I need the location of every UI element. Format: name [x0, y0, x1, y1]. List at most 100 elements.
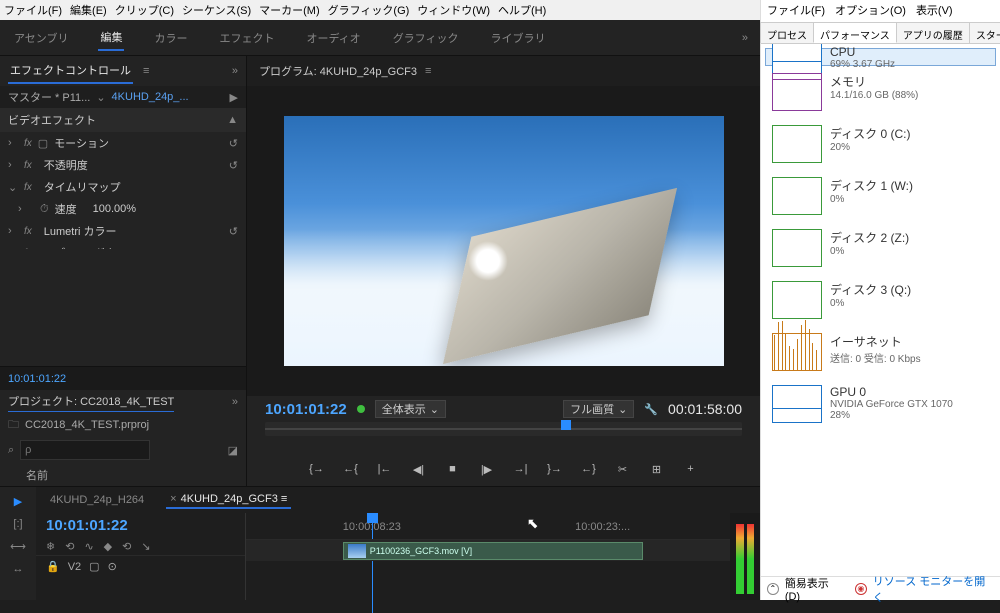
project-panel-header[interactable]: プロジェクト: CC2018_4K_TEST [8, 393, 174, 412]
video-track[interactable]: P1100236_GCF3.mov [V] [246, 539, 730, 561]
effect-row[interactable]: ⌄fxタイムリマップ [0, 176, 246, 198]
transport-button[interactable]: ◀| [411, 463, 427, 476]
effect-row[interactable]: ›fx▢ブラー (ガウス)↺ [0, 242, 246, 249]
tm-menu-item[interactable]: ファイル(F) [767, 2, 825, 18]
menu-item[interactable]: シーケンス(S) [182, 2, 251, 18]
workspace-tab[interactable]: カラー [152, 26, 189, 50]
project-search-input[interactable] [20, 440, 150, 460]
tm-menu-item[interactable]: 表示(V) [916, 2, 953, 18]
tm-resource-item[interactable]: ディスク 3 (Q:)0% [765, 274, 996, 326]
caret-icon[interactable]: › [8, 137, 18, 149]
close-icon[interactable]: × [170, 493, 176, 505]
menu-item[interactable]: ファイル(F) [4, 2, 62, 18]
workspace-tab[interactable]: ライブラリ [488, 26, 547, 50]
transport-button[interactable]: ⊞ [649, 463, 665, 476]
transport-button[interactable]: ←{ [343, 463, 359, 475]
timeline-clip[interactable]: P1100236_GCF3.mov [V] [343, 542, 643, 560]
tab-effect-controls[interactable]: エフェクトコントロール [8, 58, 133, 84]
transport-button[interactable]: + [683, 463, 699, 475]
collapse-icon[interactable]: ⌃ [767, 583, 779, 595]
timeline-tool[interactable]: ▶ [14, 495, 22, 508]
reset-icon[interactable]: ↺ [229, 159, 238, 172]
workspace-tab[interactable]: 編集 [98, 25, 124, 51]
tm-resource-item[interactable]: ディスク 1 (W:)0% [765, 170, 996, 222]
reset-icon[interactable]: ↺ [229, 137, 238, 150]
track-output-icon[interactable]: ▢ [89, 560, 99, 573]
transport-button[interactable]: |← [377, 463, 393, 475]
tm-tab[interactable]: パフォーマンス [813, 22, 897, 43]
transport-button[interactable]: ■ [445, 463, 461, 475]
effect-row[interactable]: ›fx不透明度↺ [0, 154, 246, 176]
workspace-tab[interactable]: エフェクト [217, 26, 276, 50]
track-lock-icon[interactable]: 🔒 [46, 560, 60, 573]
workspace-overflow-icon[interactable]: » [742, 32, 748, 44]
sequence-tab[interactable]: 4KUHD_24p_H264 [46, 492, 148, 508]
program-menu-icon[interactable]: ≡ [425, 65, 431, 77]
collapse-icon[interactable]: ▲ [227, 114, 238, 126]
transport-button[interactable]: →| [513, 463, 529, 475]
menu-item[interactable]: クリップ(C) [115, 2, 174, 18]
tm-resource-item[interactable]: CPU69% 3.67 GHz [765, 48, 996, 66]
timeline-playhead[interactable] [372, 513, 373, 613]
sequence-tab[interactable]: ×4KUHD_24p_GCF3 ≡ [166, 491, 291, 509]
premiere-menubar[interactable]: ファイル(F) 編集(E) クリップ(C) シーケンス(S) マーカー(M) グラフィック… [0, 0, 760, 20]
menu-item[interactable]: 編集(E) [70, 2, 107, 18]
effect-row[interactable]: ›fx▢モーション↺ [0, 132, 246, 154]
program-scrubber[interactable] [265, 422, 742, 436]
simple-view-button[interactable]: 簡易表示(D) [785, 575, 843, 603]
timeline-tool[interactable]: ⟷ [10, 540, 26, 553]
transport-button[interactable]: {→ [309, 463, 325, 475]
tm-resource-item[interactable]: イーサネット送信: 0 受信: 0 Kbps [765, 326, 996, 378]
tm-resource-item[interactable]: GPU 0NVIDIA GeForce GTX 107028% [765, 378, 996, 430]
caret-icon[interactable]: › [18, 203, 28, 215]
tm-tab[interactable]: プロセス [760, 22, 814, 43]
tm-menubar[interactable]: ファイル(F) オプション(O) 表示(V) [761, 0, 1000, 20]
timeline-option-icon[interactable]: ∿ [84, 540, 93, 553]
program-video-frame[interactable] [284, 116, 724, 366]
playhead[interactable] [561, 420, 571, 430]
workspace-tab[interactable]: オーディオ [304, 26, 362, 50]
clip-ref-link[interactable]: 4KUHD_24p_... [112, 91, 189, 103]
project-overflow-icon[interactable]: » [232, 396, 238, 408]
bin-icon[interactable]: ◪ [228, 444, 238, 457]
menu-item[interactable]: グラフィック(G) [328, 2, 410, 18]
tm-tab[interactable]: アプリの履歴 [896, 22, 970, 43]
caret-icon[interactable]: › [8, 159, 18, 171]
menu-item[interactable]: ヘルプ(H) [498, 2, 546, 18]
transport-button[interactable]: ✂ [615, 463, 631, 476]
zoom-select[interactable]: 全体表示⌄ [375, 400, 446, 418]
caret-icon[interactable]: › [8, 225, 18, 237]
column-name-header[interactable]: 名前 [0, 464, 246, 486]
timeline-tool[interactable]: [:] [13, 518, 22, 530]
timeline-option-icon[interactable]: ↘ [141, 540, 150, 553]
tm-tab[interactable]: スタートア [969, 22, 1000, 43]
transport-button[interactable]: ←} [581, 463, 597, 475]
timeline-ruler[interactable]: 10:00:08:23 10:00:23:... ⬉ [246, 513, 730, 539]
tm-resource-item[interactable]: ディスク 0 (C:)20% [765, 118, 996, 170]
tm-menu-item[interactable]: オプション(O) [835, 2, 906, 18]
effect-row[interactable]: ›fxLumetri カラー↺ [0, 220, 246, 242]
menu-item[interactable]: ウィンドウ(W) [417, 2, 490, 18]
timeline-tool[interactable]: ↔ [13, 563, 24, 575]
timeline-option-icon[interactable]: ⟲ [65, 540, 74, 553]
settings-icon[interactable]: 🔧 [644, 403, 658, 416]
timeline-option-icon[interactable]: ◆ [104, 540, 112, 553]
tm-resource-item[interactable]: メモリ14.1/16.0 GB (88%) [765, 66, 996, 118]
workspace-tab[interactable]: アセンブリ [12, 26, 70, 50]
caret-icon[interactable]: ⌄ [8, 181, 18, 194]
reset-icon[interactable]: ↺ [229, 225, 238, 238]
transport-button[interactable]: }→ [547, 463, 563, 475]
timeline-timecode[interactable]: 10:01:01:22 [36, 513, 245, 538]
program-timecode-left[interactable]: 10:01:01:22 [265, 401, 347, 418]
workspace-tab[interactable]: グラフィック [391, 26, 461, 50]
timeline-option-icon[interactable]: ❄ [46, 540, 55, 553]
effect-row[interactable]: ›⏱速度100.00% [0, 198, 246, 220]
menu-item[interactable]: マーカー(M) [259, 2, 320, 18]
timeline-option-icon[interactable]: ⟲ [122, 540, 131, 553]
panel-menu-icon[interactable]: ≡ [143, 65, 149, 77]
tm-resource-item[interactable]: ディスク 2 (Z:)0% [765, 222, 996, 274]
play-icon[interactable]: ▶ [230, 91, 238, 104]
transport-button[interactable]: |▶ [479, 463, 495, 476]
quality-select[interactable]: フル画質⌄ [563, 400, 634, 418]
effect-value[interactable]: 100.00% [93, 203, 136, 215]
